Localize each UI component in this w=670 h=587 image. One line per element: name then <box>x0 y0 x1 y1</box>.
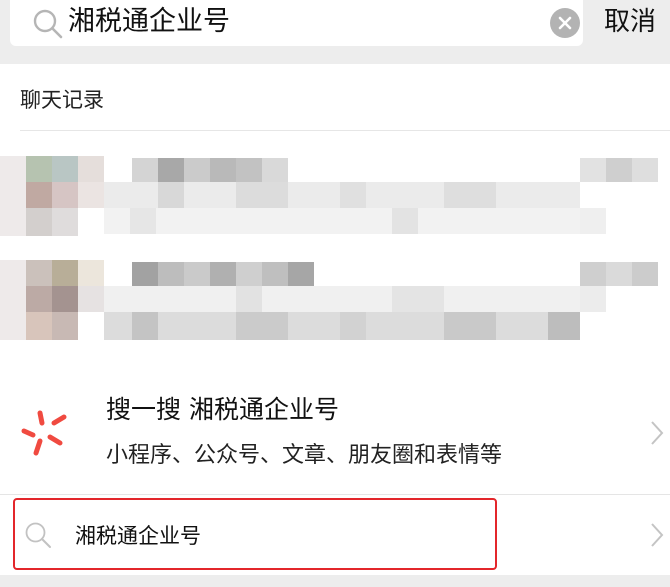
sousou-title: 搜一搜 湘税通企业号 <box>106 395 339 424</box>
search-suggestion-row[interactable]: 湘税通企业号 <box>0 495 670 575</box>
chevron-right-icon <box>651 523 664 547</box>
sousou-subtitle: 小程序、公众号、文章、朋友圈和表情等 <box>106 443 503 468</box>
search-icon <box>33 9 63 39</box>
search-bar: 湘税通企业号 取消 <box>0 0 670 64</box>
search-query-text: 湘税通企业号 <box>68 6 230 37</box>
chat-record-item[interactable] <box>0 260 670 360</box>
search-input[interactable]: 湘税通企业号 <box>10 0 583 46</box>
search-icon <box>25 522 51 548</box>
search-page: 湘税通企业号 取消 聊天记录 搜一搜 湘税通企业号 小程序、公众号、文章、朋友圈… <box>0 0 670 587</box>
suggestion-text: 湘税通企业号 <box>75 524 201 548</box>
bottom-background <box>0 575 670 587</box>
section-title: 聊天记录 <box>20 88 104 112</box>
cancel-button[interactable]: 取消 <box>604 4 656 40</box>
chevron-right-icon <box>651 421 664 445</box>
sousou-logo-icon <box>21 410 67 456</box>
chat-records-section: 聊天记录 <box>0 64 670 369</box>
chat-record-item[interactable] <box>0 156 670 256</box>
clear-icon[interactable] <box>550 8 580 38</box>
sousou-search-row[interactable]: 搜一搜 湘税通企业号 小程序、公众号、文章、朋友圈和表情等 <box>0 369 670 494</box>
divider <box>20 130 670 131</box>
